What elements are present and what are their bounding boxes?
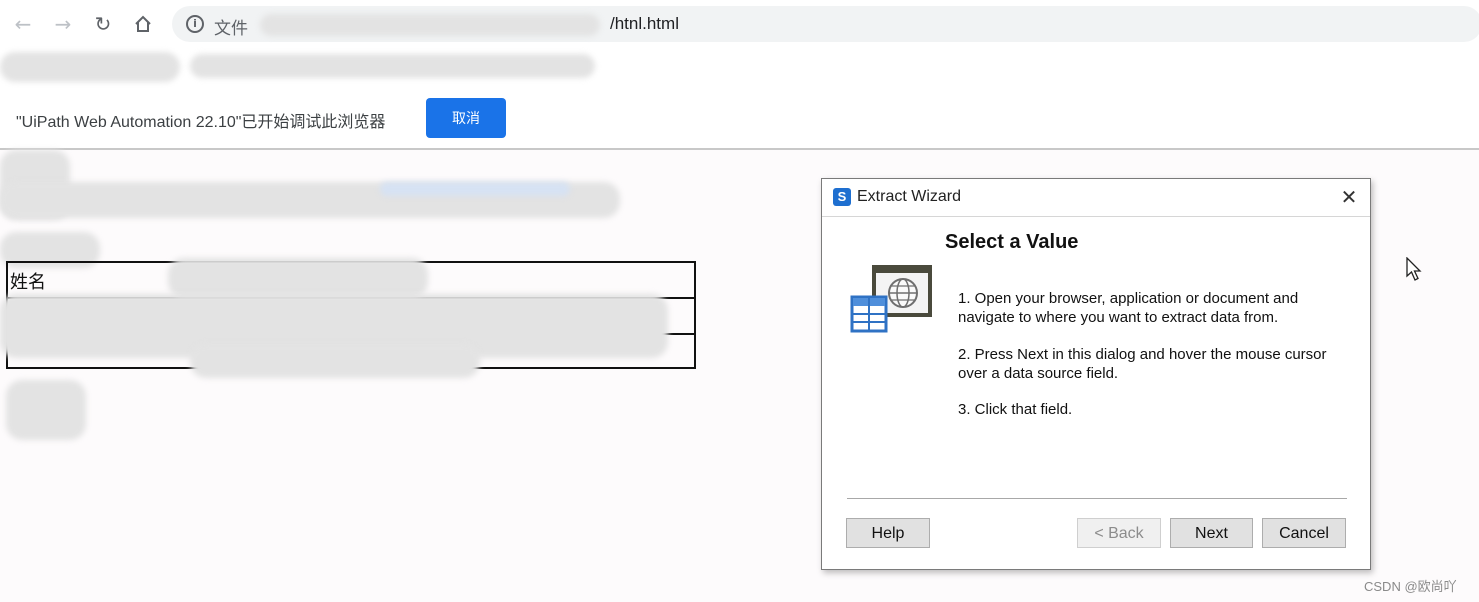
redacted-row [190,344,480,378]
watermark: CSDN @欧尚吖 [1364,579,1457,594]
reload-icon[interactable]: ↻ [91,12,115,36]
back-arrow-icon[interactable]: ← [11,12,35,36]
redacted-highlight [380,182,570,196]
address-bar[interactable]: i 文件 /htnl.html [172,6,1479,42]
help-button[interactable]: Help [846,518,930,548]
cancel-button[interactable]: Cancel [1262,518,1346,548]
debug-infobar: "UiPath Web Automation 22.10"已开始调试此浏览器 取… [0,88,1479,150]
back-button[interactable]: < Back [1077,518,1161,548]
dialog-title: Extract Wizard [857,188,962,205]
redacted-text-2 [6,380,86,440]
extract-data-illustration-icon [850,265,932,333]
redacted-bookmarks [0,52,180,82]
browser-toolbar: ← → ↻ i 文件 /htnl.html [0,0,1479,48]
url-scheme-label: 文件 [214,19,248,38]
dialog-divider [847,498,1347,499]
bookmarks-bar [0,48,1479,89]
redacted-cell [168,258,428,298]
infobar-cancel-button[interactable]: 取消 [426,98,506,138]
instruction-step-1: 1. Open your browser, application or doc… [958,290,1299,326]
table-header-name: 姓名 [10,272,46,292]
forward-arrow-icon[interactable]: → [51,12,75,36]
redacted-bookmarks-2 [190,54,595,78]
close-icon[interactable]: ✕ [1336,184,1362,210]
home-icon[interactable] [131,12,155,36]
infobar-message: "UiPath Web Automation 22.10"已开始调试此浏览器 [16,114,386,131]
uipath-app-icon: S [833,188,851,206]
extract-wizard-dialog: S Extract Wizard ✕ Select a Value 1. Ope… [821,178,1371,570]
instruction-step-3: 3. Click that field. [958,401,1073,418]
url-text: /htnl.html [610,14,679,33]
mouse-cursor-icon [1406,257,1422,281]
next-button[interactable]: Next [1170,518,1253,548]
dialog-heading: Select a Value [945,231,1079,253]
dialog-titlebar: S Extract Wizard ✕ [822,179,1370,217]
redacted-url [260,14,600,36]
instruction-step-2: 2. Press Next in this dialog and hover t… [958,346,1327,382]
info-icon[interactable]: i [186,15,204,33]
